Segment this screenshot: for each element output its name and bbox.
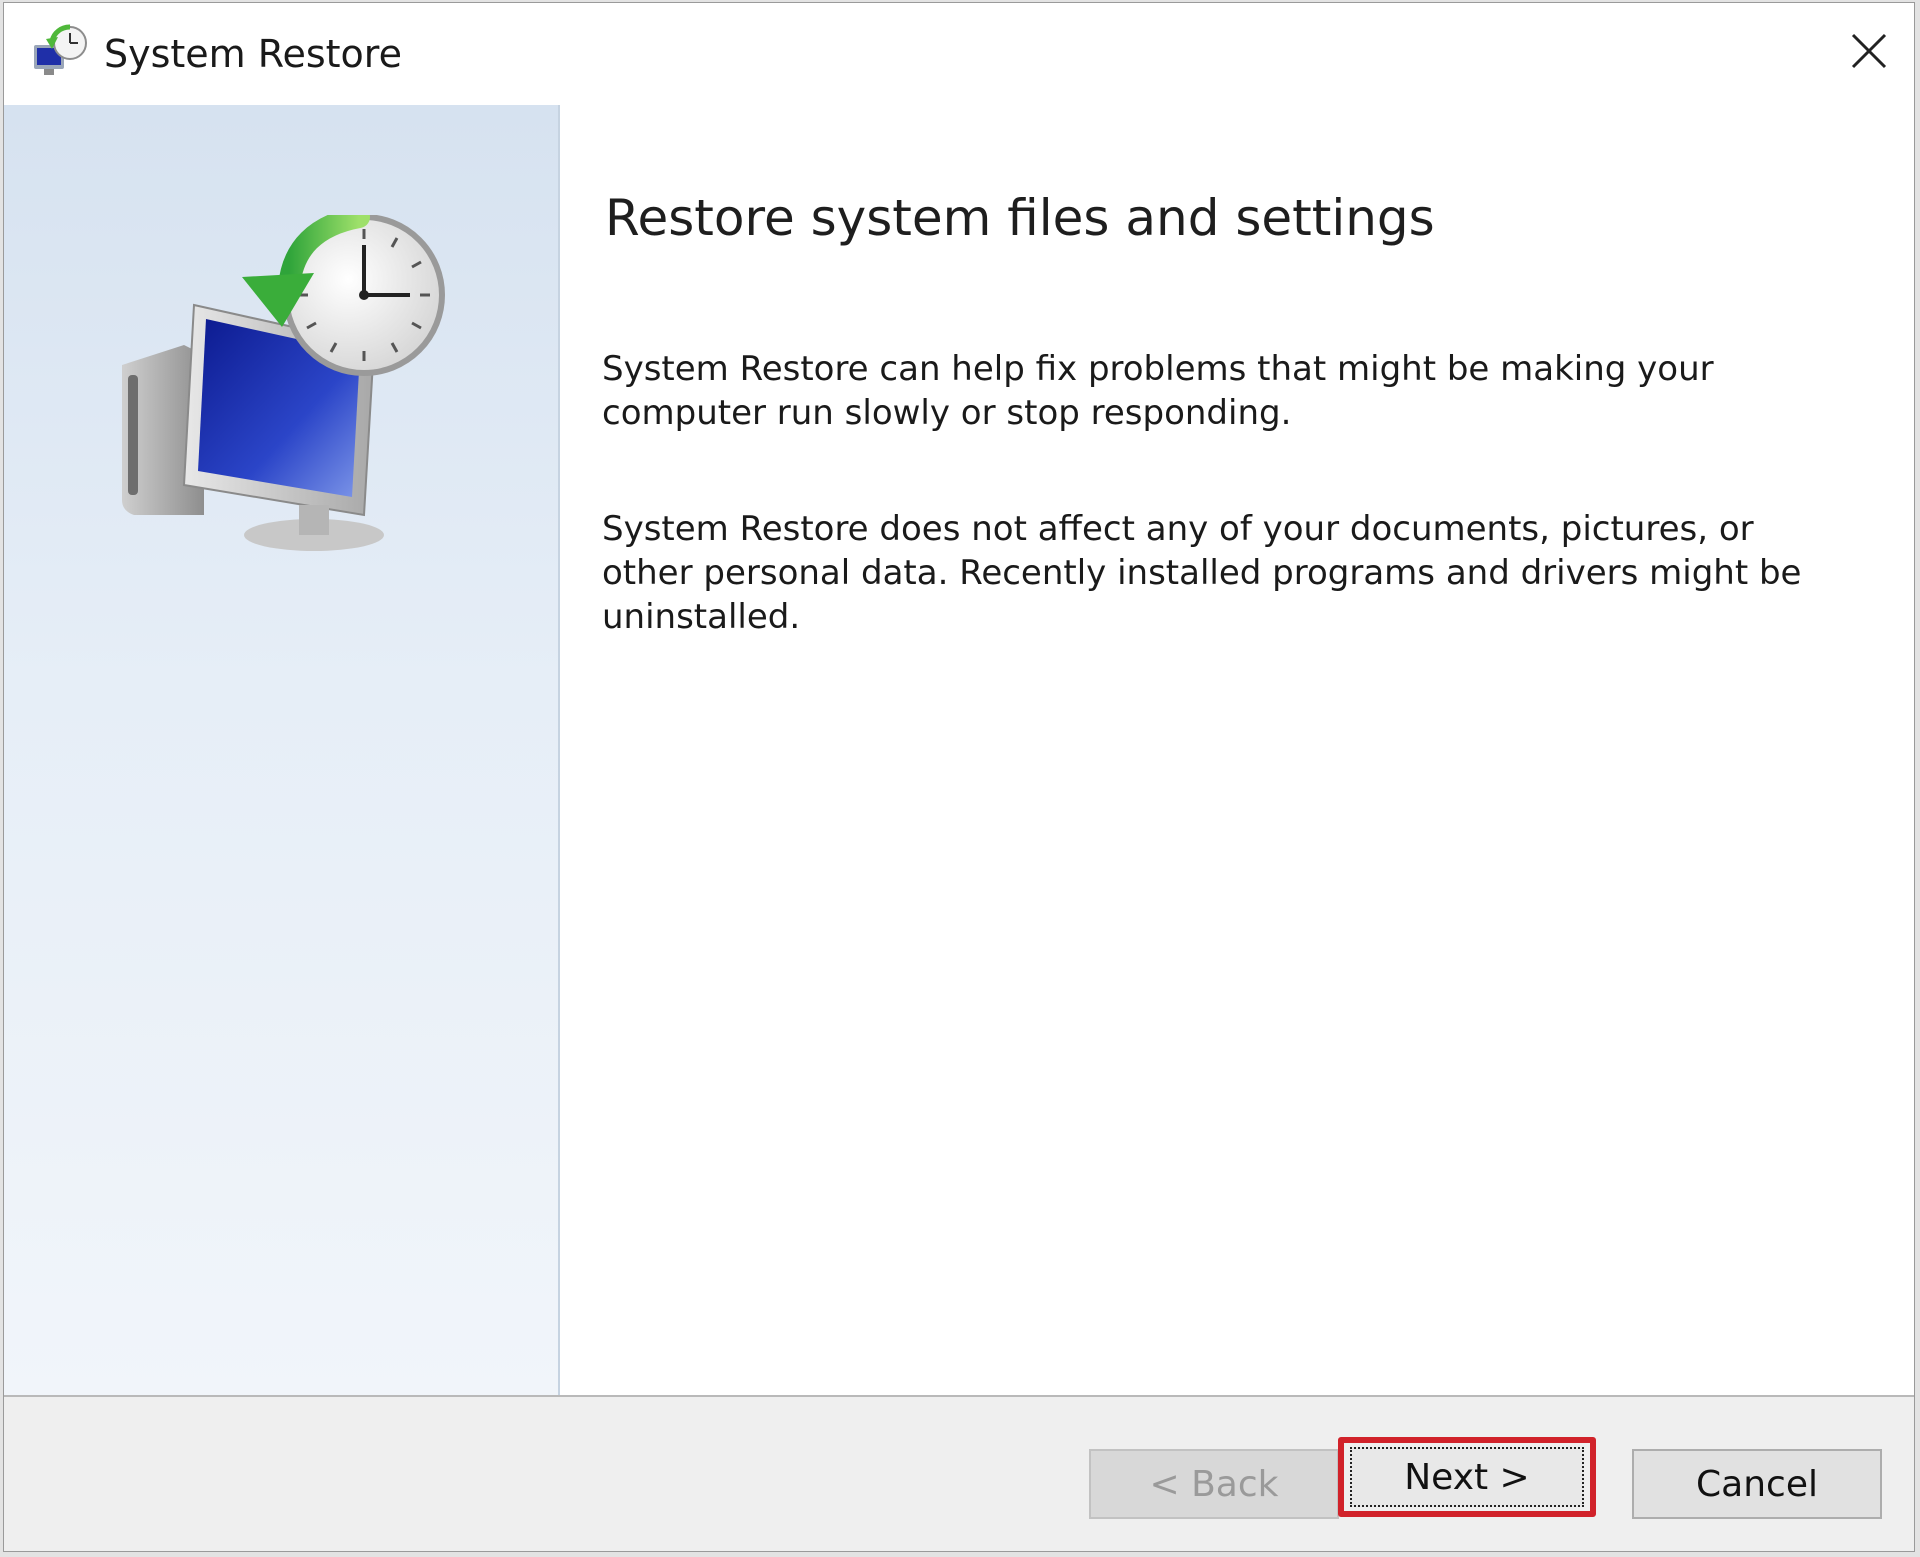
next-button-highlight: Next > <box>1338 1437 1596 1517</box>
title-bar: System Restore <box>4 3 1914 105</box>
back-button[interactable]: < Back <box>1089 1449 1339 1519</box>
next-button[interactable]: Next > <box>1350 1447 1584 1507</box>
cancel-button[interactable]: Cancel <box>1632 1449 1882 1519</box>
system-restore-icon <box>30 23 90 83</box>
window-title: System Restore <box>104 32 402 76</box>
description-paragraph-2: System Restore does not affect any of yo… <box>602 509 1802 637</box>
close-icon <box>1849 31 1889 75</box>
wizard-content: Restore system files and settings System… <box>560 105 1914 1395</box>
computer-with-restore-clock-icon <box>114 206 454 555</box>
description-paragraph-1: System Restore can help fix problems tha… <box>602 349 1714 433</box>
close-button[interactable] <box>1824 3 1914 103</box>
system-restore-window: System Restore Restore system files and … <box>3 2 1915 1552</box>
page-heading: Restore system files and settings <box>605 188 1435 247</box>
wizard-side-panel <box>4 105 560 1395</box>
wizard-footer: < Back Next > Cancel <box>4 1395 1914 1551</box>
